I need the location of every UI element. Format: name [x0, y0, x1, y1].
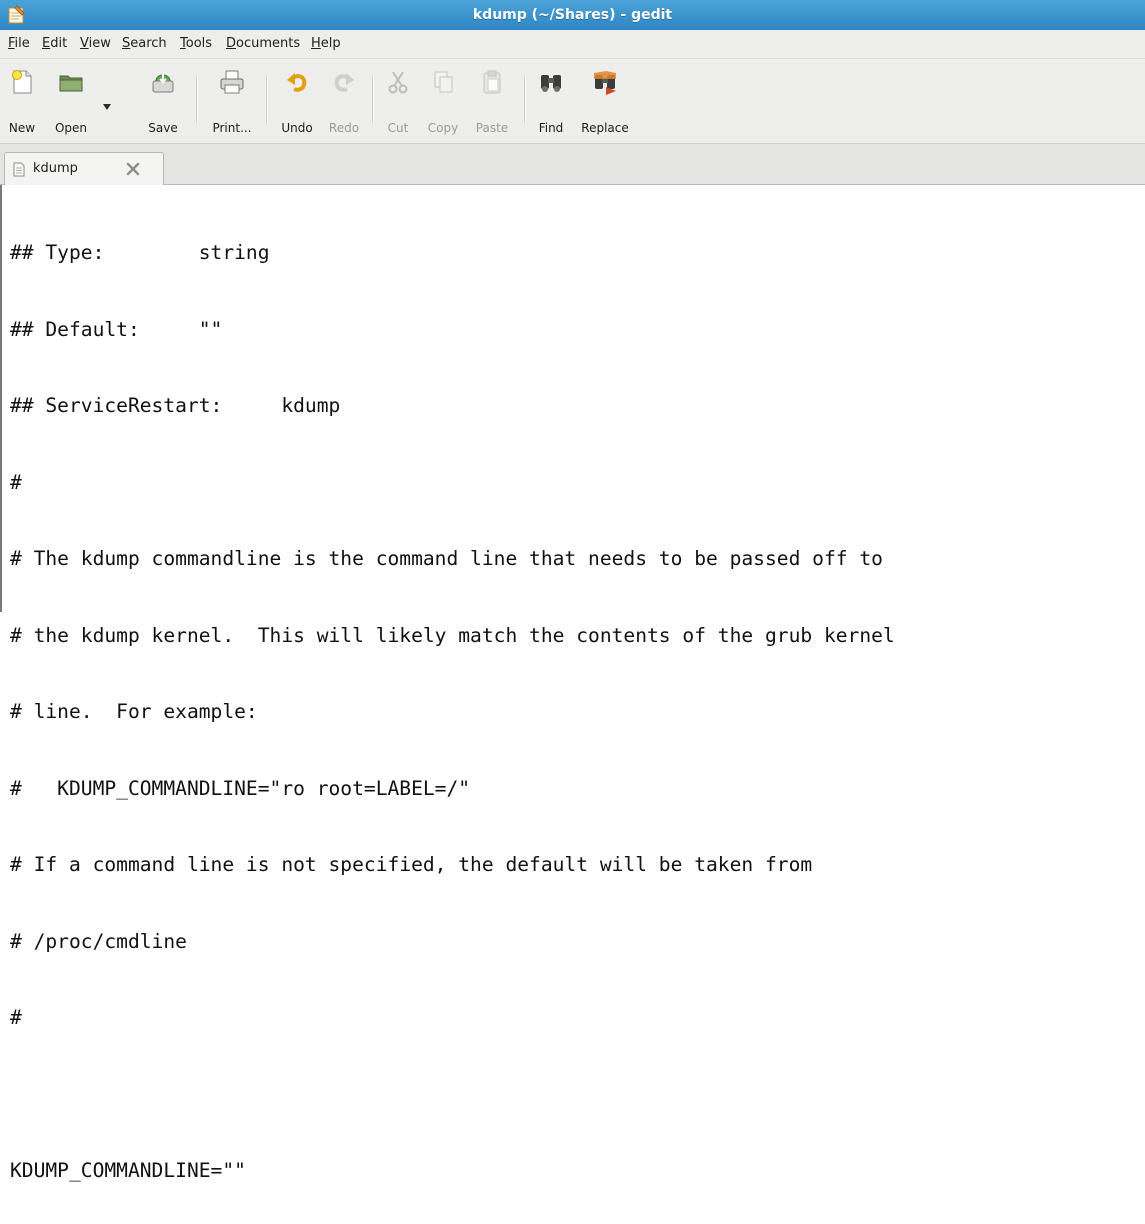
code-line: # KDUMP_COMMANDLINE="ro root=LABEL=/": [10, 776, 471, 800]
code-line: # The kdump commandline is the command l…: [10, 547, 883, 570]
save-icon: [152, 74, 174, 93]
undo-label: Undo: [281, 121, 313, 135]
copy-label: Copy: [427, 121, 459, 135]
replace-label: Replace: [581, 121, 629, 135]
text-document-icon: [13, 162, 25, 177]
binoculars-icon: [541, 75, 561, 92]
tab-kdump[interactable]: kdump: [4, 152, 164, 186]
code-line: # line. For example:: [10, 700, 258, 723]
menu-edit[interactable]: Edit: [42, 30, 67, 58]
code-line: ## Type: string: [10, 241, 270, 264]
tab-label: kdump: [33, 161, 78, 176]
cut-label: Cut: [387, 121, 409, 135]
find-label: Find: [538, 121, 564, 135]
open-button[interactable]: Open: [46, 67, 96, 139]
title-bar[interactable]: kdump (~/Shares) - gedit: [0, 0, 1145, 30]
code-line: KDUMP_COMMANDLINE="": [10, 1159, 246, 1182]
menu-help-rest: elp: [320, 36, 341, 51]
code-line: # the kdump kernel. This will likely mat…: [10, 623, 895, 647]
menu-help[interactable]: Help: [311, 30, 341, 58]
editor-content[interactable]: ## Type: string ## Default: "" ## Servic…: [10, 189, 895, 1224]
close-icon[interactable]: [126, 162, 140, 176]
undo-arrow-icon: [287, 73, 307, 92]
find-replace-icon: [594, 71, 616, 95]
new-document-icon: [12, 70, 32, 94]
printer-icon: [220, 70, 244, 94]
menu-search[interactable]: Search: [122, 30, 167, 58]
menu-tools-rest: ools: [185, 36, 213, 51]
code-line: #: [10, 1006, 22, 1029]
menu-view-rest: iew: [88, 36, 111, 51]
copy-icon: [434, 71, 453, 93]
menu-file[interactable]: File: [8, 30, 30, 58]
print-label: Print...: [212, 121, 252, 135]
save-button[interactable]: Save: [140, 67, 186, 139]
paste-button[interactable]: Paste: [468, 67, 516, 139]
open-folder-icon: [59, 75, 83, 92]
find-button[interactable]: Find: [532, 67, 570, 139]
open-label: Open: [54, 121, 88, 135]
code-line: ## ServiceRestart: kdump: [10, 394, 341, 417]
undo-button[interactable]: Undo: [274, 67, 320, 139]
menu-file-rest: ile: [14, 36, 30, 51]
toolbar-separator: [266, 75, 267, 123]
text-editor[interactable]: ## Type: string ## Default: "" ## Servic…: [0, 185, 1145, 1182]
menu-documents-rest: ocuments: [236, 36, 301, 51]
code-line: #: [10, 470, 22, 494]
menu-view[interactable]: View: [80, 30, 111, 58]
redo-arrow-icon: [334, 73, 354, 92]
menu-search-rest: earch: [130, 36, 167, 51]
redo-button[interactable]: Redo: [322, 67, 366, 139]
new-button[interactable]: New: [2, 67, 42, 139]
toolbar-separator: [196, 75, 197, 123]
window-title: kdump (~/Shares) - gedit: [472, 7, 673, 23]
chevron-down-icon: [103, 104, 111, 110]
code-line: ## Default: "": [10, 317, 223, 341]
editor-left-border: [0, 185, 2, 612]
document-tab-strip: kdump: [0, 144, 1145, 186]
replace-button[interactable]: Replace: [574, 67, 636, 139]
menu-documents[interactable]: Documents: [226, 30, 300, 58]
menu-bar: File Edit View Search Tools Documents He…: [0, 30, 1145, 59]
toolbar: New Open Save Print... Undo Redo Cut Cop…: [0, 59, 1145, 144]
open-recent-dropdown[interactable]: [98, 67, 116, 139]
toolbar-separator: [372, 75, 373, 123]
copy-button[interactable]: Copy: [420, 67, 466, 139]
save-label: Save: [148, 121, 178, 135]
code-line: # If a command line is not specified, th…: [10, 853, 813, 876]
cut-button[interactable]: Cut: [380, 67, 416, 139]
redo-label: Redo: [328, 121, 360, 135]
toolbar-separator: [524, 75, 525, 123]
paste-label: Paste: [475, 121, 509, 135]
scissors-icon: [388, 71, 408, 94]
print-button[interactable]: Print...: [204, 67, 260, 139]
menu-edit-rest: dit: [50, 36, 68, 51]
new-label: New: [8, 121, 36, 135]
clipboard-paste-icon: [483, 70, 501, 94]
code-line: # /proc/cmdline: [10, 929, 187, 953]
menu-tools[interactable]: Tools: [180, 30, 212, 58]
